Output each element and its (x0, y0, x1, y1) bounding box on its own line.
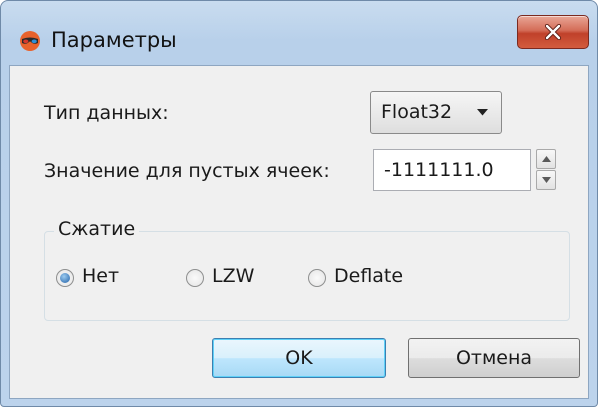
ok-button[interactable]: OK (212, 338, 386, 378)
nodata-label: Значение для пустых ячеек: (44, 160, 330, 182)
nodata-field[interactable] (373, 149, 531, 191)
compression-group-label: Сжатие (54, 218, 140, 240)
window-title: Параметры (51, 28, 177, 52)
radio-ring (186, 269, 204, 287)
title-bar[interactable]: Параметры (1, 1, 597, 65)
nodata-input[interactable] (374, 150, 530, 190)
radio-deflate[interactable] (308, 269, 326, 287)
radio-none[interactable] (56, 269, 74, 287)
spin-up-button[interactable] (536, 149, 556, 169)
chevron-down-icon (477, 109, 488, 116)
radio-selected-dot (60, 273, 70, 283)
arrow-up-icon (542, 156, 551, 162)
radio-deflate-label[interactable]: Deflate (334, 265, 403, 287)
close-icon (544, 24, 562, 40)
close-button[interactable] (517, 15, 589, 49)
radio-ring (308, 269, 326, 287)
data-type-dropdown[interactable]: Float32 (370, 91, 502, 134)
radio-lzw[interactable] (186, 269, 204, 287)
nodata-spinner[interactable] (536, 149, 556, 191)
compression-group (44, 231, 570, 321)
spin-down-button[interactable] (536, 170, 556, 190)
radio-lzw-label[interactable]: LZW (212, 265, 254, 287)
data-type-value: Float32 (381, 101, 453, 123)
arrow-down-icon (542, 177, 551, 183)
radio-none-label[interactable]: Нет (82, 265, 119, 287)
data-type-label: Тип данных: (44, 102, 169, 124)
dialog-content: Тип данных: Float32 Значение для пустых … (9, 65, 589, 399)
cancel-button[interactable]: Отмена (408, 338, 580, 378)
app-3d-glasses-icon (19, 30, 41, 52)
dialog-window: Параметры Тип данных: Float32 Значение д… (0, 0, 598, 407)
